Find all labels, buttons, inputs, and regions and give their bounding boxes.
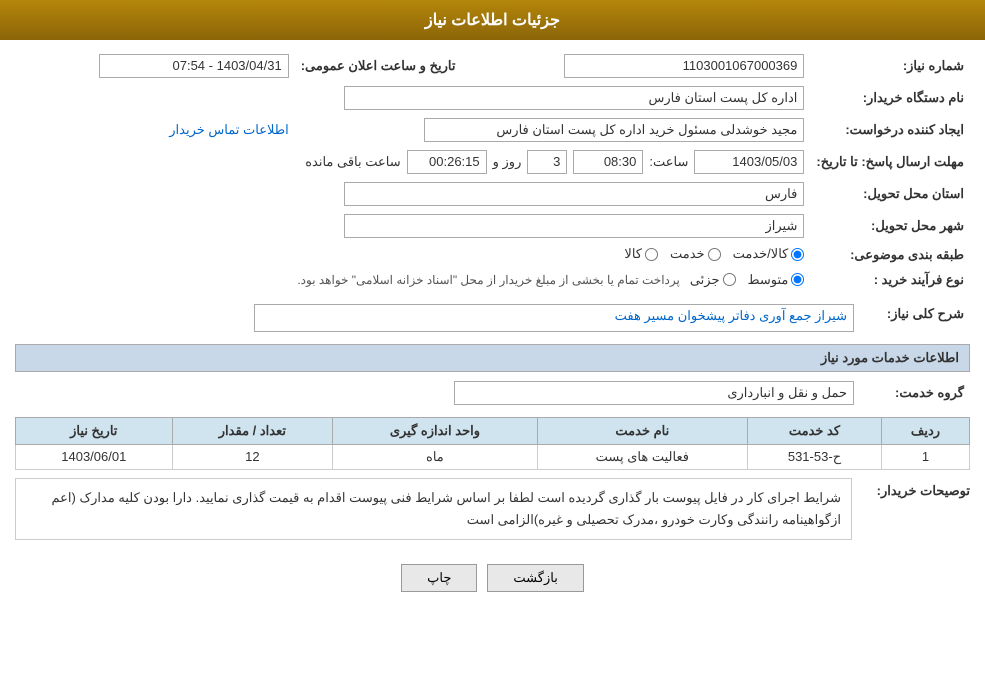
need-desc-label: شرح کلی نیاز: — [860, 300, 970, 336]
service-group-cell: حمل و نقل و انبارداری — [15, 377, 860, 409]
category-radio-group: کالا/خدمت خدمت کالا — [624, 246, 804, 262]
cell-service-name: فعالیت های پست — [537, 444, 747, 469]
announcement-cell: 1403/04/31 - 07:54 — [15, 50, 295, 82]
deadline-days-value: 3 — [527, 150, 567, 174]
city-value: شیراز — [344, 214, 804, 238]
col-header-row: ردیف — [881, 417, 969, 444]
deadline-date-value: 1403/05/03 — [694, 150, 804, 174]
purchase-jozei-radio[interactable] — [723, 273, 736, 286]
need-desc-value: شیراز جمع آوری دفاتر پیشخوان مسیر هفت — [254, 304, 854, 332]
announcement-value: 1403/04/31 - 07:54 — [99, 54, 289, 78]
need-number-label: شماره نیاز: — [810, 50, 970, 82]
page-header: جزئیات اطلاعات نیاز — [0, 0, 985, 40]
print-button[interactable]: چاپ — [401, 564, 477, 592]
buyer-notes-text: شرایط اجرای کار در فایل پیوست بار گذاری … — [15, 478, 852, 540]
services-data-table: ردیف کد خدمت نام خدمت واحد اندازه گیری ت… — [15, 417, 970, 470]
remaining-time-value: 00:26:15 — [407, 150, 487, 174]
category-kala-khadamat[interactable]: کالا/خدمت — [733, 246, 805, 262]
page-title: جزئیات اطلاعات نیاز — [425, 12, 560, 29]
need-number-value: 1103001067000369 — [564, 54, 804, 78]
back-button[interactable]: بازگشت — [487, 564, 583, 592]
category-khadamat-label: خدمت — [670, 246, 705, 262]
cell-row-num: 1 — [881, 444, 969, 469]
deadline-days-label: روز و — [493, 154, 522, 170]
purchase-motavasset-radio[interactable] — [791, 273, 804, 286]
category-cell: کالا/خدمت خدمت کالا — [15, 242, 810, 268]
services-section-title: اطلاعات خدمات مورد نیاز — [15, 344, 970, 372]
deadline-time-value: 08:30 — [573, 150, 643, 174]
purchase-jozei-label: جزئی — [690, 272, 720, 288]
creator-label: ایجاد کننده درخواست: — [810, 114, 970, 146]
service-group-label: گروه خدمت: — [860, 377, 970, 409]
col-header-unit: واحد اندازه گیری — [333, 417, 537, 444]
contact-link[interactable]: اطلاعات تماس خریدار — [169, 122, 288, 137]
button-row: بازگشت چاپ — [15, 552, 970, 600]
province-label: استان محل تحویل: — [810, 178, 970, 210]
category-khadamat[interactable]: خدمت — [670, 246, 721, 262]
category-khadamat-radio[interactable] — [708, 248, 721, 261]
need-desc-cell: شیراز جمع آوری دفاتر پیشخوان مسیر هفت — [15, 300, 860, 336]
purchase-type-note: پرداخت تمام یا بخشی از مبلغ خریدار از مح… — [297, 273, 680, 287]
category-kala-label: کالا — [624, 246, 642, 262]
cell-service-code: ح-53-531 — [747, 444, 881, 469]
purchase-type-radio-group: متوسط جزئی — [690, 272, 805, 288]
city-label: شهر محل تحویل: — [810, 210, 970, 242]
category-kala-radio[interactable] — [645, 248, 658, 261]
need-number-cell: 1103001067000369 — [461, 50, 810, 82]
buyer-org-label: نام دستگاه خریدار: — [810, 82, 970, 114]
purchase-jozei[interactable]: جزئی — [690, 272, 736, 288]
cell-quantity: 12 — [172, 444, 333, 469]
need-description-table: شرح کلی نیاز: شیراز جمع آوری دفاتر پیشخو… — [15, 300, 970, 336]
purchase-motavasset-label: متوسط — [748, 272, 789, 288]
category-kala-khadamat-radio[interactable] — [791, 248, 804, 261]
buyer-org-value: اداره کل پست استان فارس — [344, 86, 804, 110]
deadline-label: مهلت ارسال پاسخ: تا تاریخ: — [810, 146, 970, 178]
purchase-type-label: نوع فرآیند خرید : — [810, 268, 970, 292]
city-cell: شیراز — [15, 210, 810, 242]
purchase-type-cell: متوسط جزئی پرداخت تمام یا بخشی از مبلغ خ… — [15, 268, 810, 292]
announcement-label: تاریخ و ساعت اعلان عمومی: — [295, 50, 462, 82]
col-header-service-code: کد خدمت — [747, 417, 881, 444]
col-header-service-name: نام خدمت — [537, 417, 747, 444]
creator-value: مجید خوشدلی مسئول خرید اداره کل پست استا… — [424, 118, 804, 142]
table-row: 1 ح-53-531 فعالیت های پست ماه 12 1403/06… — [16, 444, 970, 469]
cell-need-date: 1403/06/01 — [16, 444, 173, 469]
cell-unit: ماه — [333, 444, 537, 469]
category-label: طبقه بندی موضوعی: — [810, 242, 970, 268]
deadline-cell: 1403/05/03 ساعت: 08:30 3 روز و 00:26:15 … — [15, 146, 810, 178]
category-kala[interactable]: کالا — [624, 246, 658, 262]
main-form-table: شماره نیاز: 1103001067000369 تاریخ و ساع… — [15, 50, 970, 292]
col-header-need-date: تاریخ نیاز — [16, 417, 173, 444]
service-group-value: حمل و نقل و انبارداری — [454, 381, 854, 405]
category-kala-khadamat-label: کالا/خدمت — [733, 246, 789, 262]
service-group-table: گروه خدمت: حمل و نقل و انبارداری — [15, 377, 970, 409]
province-value: فارس — [344, 182, 804, 206]
purchase-motavasset[interactable]: متوسط — [748, 272, 805, 288]
creator-cell: مجید خوشدلی مسئول خرید اداره کل پست استا… — [295, 114, 811, 146]
province-cell: فارس — [15, 178, 810, 210]
remaining-time-label: ساعت باقی مانده — [305, 154, 400, 170]
deadline-time-label: ساعت: — [649, 154, 688, 170]
contact-link-cell[interactable]: اطلاعات تماس خریدار — [15, 114, 295, 146]
col-header-quantity: تعداد / مقدار — [172, 417, 333, 444]
buyer-org-cell: اداره کل پست استان فارس — [15, 82, 810, 114]
buyer-notes-label: توصیحات خریدار: — [860, 478, 970, 499]
